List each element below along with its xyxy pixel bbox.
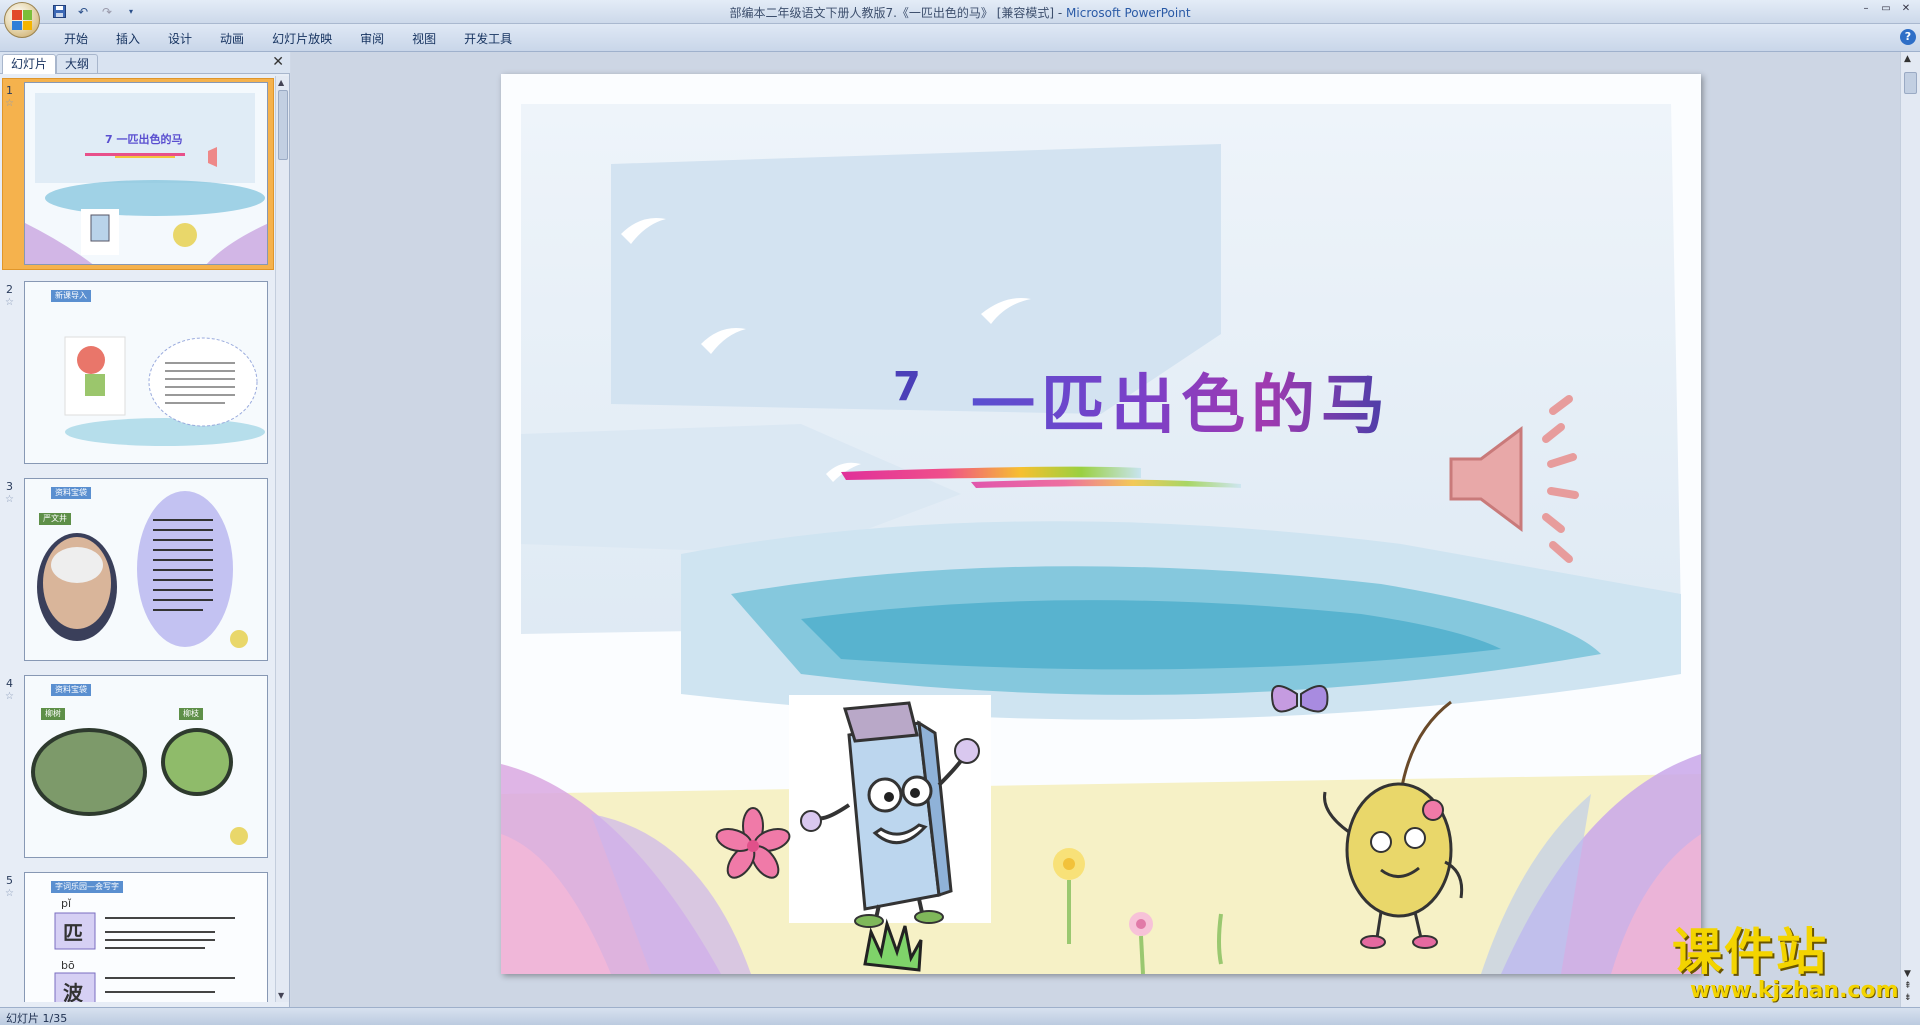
window-controls: – ▭ ✕: [1858, 2, 1914, 16]
scroll-down-icon[interactable]: ▼: [278, 991, 284, 1000]
slide-number: 1: [6, 84, 13, 97]
title-bar: ↶ ↷ ▾ 部编本二年级语文下册人教版7.《一匹出色的马》 [兼容模式] - M…: [0, 0, 1920, 38]
thumb-char-1: 匹: [63, 921, 83, 945]
scroll-up-icon[interactable]: ▲: [278, 78, 284, 87]
thumbnail-row[interactable]: 3 ☆ 资料宝袋 严文井: [0, 478, 276, 668]
slide-thumbnail[interactable]: 7 一匹出色的马: [24, 82, 268, 265]
thumb-pinyin-2: bō: [61, 959, 75, 972]
panel-tabs: 幻灯片 大纲 ✕: [0, 52, 290, 74]
scrollbar-thumb[interactable]: [278, 90, 288, 160]
thumb-tag-right: 柳枝: [179, 708, 203, 720]
thumbnail-row[interactable]: 2 ☆ 新课导入: [0, 281, 276, 471]
tab-design[interactable]: 设计: [154, 30, 206, 48]
thumb-pinyin-1: pǐ: [61, 897, 72, 910]
ribbon: 开始 插入 设计 动画 幻灯片放映 审阅 视图 开发工具 ?: [0, 24, 1920, 52]
thumbnail-art: [25, 83, 267, 264]
tab-view[interactable]: 视图: [398, 30, 450, 48]
slide-counter: 幻灯片 1/35: [6, 1012, 68, 1025]
slide-title[interactable]: 一匹出色的马: [971, 354, 1391, 446]
tab-outline[interactable]: 大纲: [56, 54, 99, 74]
transition-star-icon: ☆: [5, 888, 14, 899]
slide-thumbnail[interactable]: 资料宝袋 严文井: [24, 478, 268, 661]
tab-insert[interactable]: 插入: [102, 30, 154, 48]
slide-background: [501, 74, 1701, 974]
editor-scrollbar[interactable]: ▲ ▼ ⇞ ⇟: [1900, 52, 1920, 1007]
slide-canvas[interactable]: 7 一匹出色的马: [501, 74, 1701, 974]
thumb-char-2: 波: [63, 981, 83, 1002]
tab-slides[interactable]: 幻灯片: [2, 54, 57, 74]
thumbnail-art: [25, 479, 267, 660]
transition-star-icon: ☆: [5, 297, 14, 308]
transition-star-icon: ☆: [5, 98, 14, 109]
document-title: 部编本二年级语文下册人教版7.《一匹出色的马》 [兼容模式] -: [729, 6, 1067, 20]
transition-star-icon: ☆: [5, 691, 14, 702]
watermark: 课件站 www.kjzhan.com: [1672, 924, 1912, 1004]
scrollbar-thumb[interactable]: [1904, 72, 1917, 94]
status-bar: 幻灯片 1/35: [0, 1007, 1920, 1025]
thumb-title: 新课导入: [51, 290, 91, 302]
thumb-title: 字词乐园—会写字: [51, 881, 123, 893]
thumbnail-art: [25, 676, 267, 857]
thumb-title: 7 一匹出色的马: [105, 133, 183, 146]
slide-thumbnail[interactable]: 资料宝袋 柳树 柳枝: [24, 675, 268, 858]
tab-home[interactable]: 开始: [50, 30, 102, 48]
watermark-url: www.kjzhan.com: [1690, 978, 1899, 1003]
minimize-button[interactable]: –: [1858, 2, 1874, 16]
lesson-number: 7: [893, 364, 921, 410]
thumbnail-row[interactable]: 4 ☆ 资料宝袋 柳树 柳枝: [0, 675, 276, 865]
restore-button[interactable]: ▭: [1878, 2, 1894, 16]
tab-review[interactable]: 审阅: [346, 30, 398, 48]
office-button[interactable]: [4, 2, 40, 38]
office-logo-icon: [12, 10, 32, 30]
slide-number: 2: [6, 283, 13, 296]
tab-developer[interactable]: 开发工具: [450, 30, 526, 48]
slide-thumbnail[interactable]: 字词乐园—会写字 pǐ 匹 bō 波: [24, 872, 268, 1002]
tab-animations[interactable]: 动画: [206, 30, 258, 48]
scroll-up-icon[interactable]: ▲: [1904, 54, 1911, 64]
thumb-name-tag: 严文井: [39, 513, 71, 525]
thumbnail-row[interactable]: 1 ☆ 7 一匹出色的马: [0, 78, 276, 274]
tab-slideshow[interactable]: 幻灯片放映: [258, 30, 346, 48]
app-name: Microsoft PowerPoint: [1066, 6, 1191, 20]
book-character-image: [789, 695, 991, 928]
slide-number: 3: [6, 480, 13, 493]
panel-close-icon[interactable]: ✕: [272, 54, 284, 70]
slide-number: 5: [6, 874, 13, 887]
transition-star-icon: ☆: [5, 494, 14, 505]
thumb-tag-left: 柳树: [41, 708, 65, 720]
thumb-title: 资料宝袋: [51, 487, 91, 499]
thumbnail-list: 1 ☆ 7 一匹出色的马 2 ☆ 新课导入 3 ☆ 资料宝袋 严文井 4 ☆ 资…: [0, 76, 276, 1002]
thumbnail-scrollbar[interactable]: ▲ ▼: [275, 76, 289, 1002]
thumbnail-row[interactable]: 5 ☆ 字词乐园—会写字 pǐ 匹 bō 波: [0, 872, 276, 1002]
slides-panel: 幻灯片 大纲 ✕ 1 ☆ 7 一匹出色的马 2 ☆ 新课导入 3 ☆ 资料宝袋 …: [0, 52, 290, 1007]
watermark-title: 课件站: [1672, 923, 1828, 981]
slide-thumbnail[interactable]: 新课导入: [24, 281, 268, 464]
thumbnail-art: [25, 282, 267, 463]
slide-number: 4: [6, 677, 13, 690]
close-button[interactable]: ✕: [1898, 2, 1914, 16]
slide-editor: 7 一匹出色的马: [291, 52, 1900, 1007]
window-title: 部编本二年级语文下册人教版7.《一匹出色的马》 [兼容模式] - Microso…: [0, 4, 1920, 21]
thumb-title: 资料宝袋: [51, 684, 91, 696]
help-icon[interactable]: ?: [1900, 29, 1916, 45]
ribbon-tabs: 开始 插入 设计 动画 幻灯片放映 审阅 视图 开发工具: [50, 30, 526, 48]
